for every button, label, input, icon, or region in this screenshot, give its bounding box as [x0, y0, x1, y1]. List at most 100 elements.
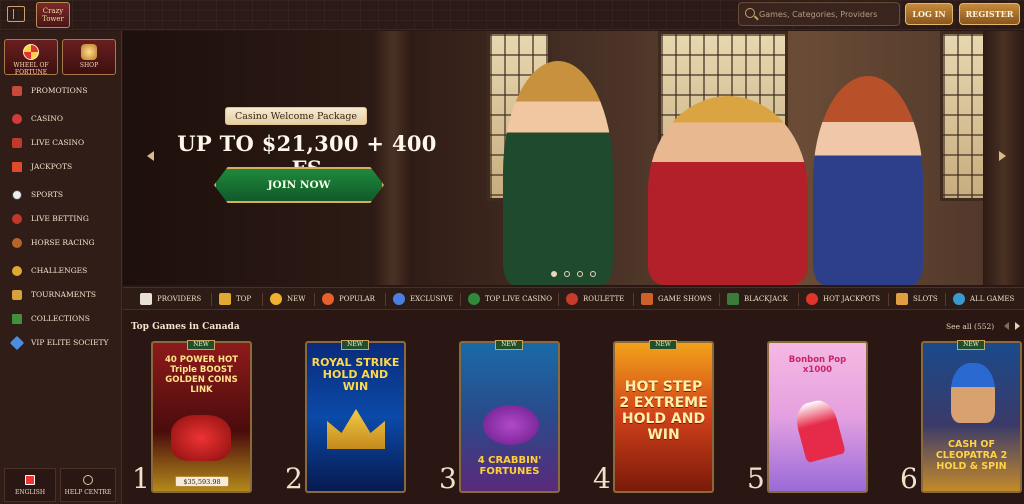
- category-divider: [719, 293, 720, 306]
- game-card[interactable]: 40 POWER HOT Triple BOOST GOLDEN COINS L…: [151, 341, 252, 493]
- shop-button[interactable]: SHOP: [62, 39, 116, 75]
- category-divider: [558, 293, 559, 306]
- blackjack-icon: [727, 293, 739, 305]
- game-title: 40 POWER HOT Triple BOOST GOLDEN COINS L…: [164, 355, 239, 395]
- crab-icon: [483, 405, 539, 445]
- category-new[interactable]: NEW: [270, 288, 305, 310]
- games-prev-icon[interactable]: [1004, 322, 1009, 330]
- sidebar-item-horse-racing[interactable]: HORSE RACING: [0, 231, 122, 255]
- banner-dot[interactable]: [551, 271, 557, 277]
- wheel-of-fortune-button[interactable]: WHEEL OF FORTUNE: [4, 39, 58, 76]
- sidebar-item-challenges[interactable]: CHALLENGES: [0, 259, 122, 283]
- sidebar-item-live-casino[interactable]: LIVE CASINO: [0, 131, 122, 155]
- game-rank: 2: [285, 462, 303, 495]
- cherry-icon: [12, 114, 22, 124]
- category-divider: [798, 293, 799, 306]
- horse-icon: [12, 238, 22, 248]
- help-icon: [83, 475, 93, 485]
- sidebar-item-label: COLLECTIONS: [31, 314, 90, 323]
- banner-next-arrow-icon[interactable]: [999, 151, 1006, 161]
- category-top[interactable]: TOP: [219, 288, 251, 310]
- game-card[interactable]: 4 CRABBIN' FORTUNES: [459, 341, 560, 493]
- microphone-icon: [641, 293, 653, 305]
- queen-character: [503, 61, 613, 285]
- sidebar-item-jackpots[interactable]: JACKPOTS: [0, 155, 122, 179]
- sidebar-item-live-betting[interactable]: LIVE BETTING: [0, 207, 122, 231]
- search-box[interactable]: [738, 2, 900, 26]
- search-input[interactable]: [759, 6, 895, 22]
- crown-icon: [327, 409, 385, 449]
- register-button[interactable]: REGISTER: [959, 3, 1020, 25]
- diamond-icon: [9, 335, 25, 351]
- join-now-button[interactable]: JOIN NOW: [214, 167, 384, 203]
- sidebar-item-collections[interactable]: COLLECTIONS: [0, 307, 122, 331]
- language-selector[interactable]: ENGLISH: [4, 468, 56, 502]
- game-card[interactable]: CASH OF CLEOPATRA 2 HOLD & SPIN: [921, 341, 1022, 493]
- game-rank: 1: [132, 462, 150, 495]
- sidebar-item-label: LIVE CASINO: [31, 138, 85, 147]
- category-top-live-casino[interactable]: TOP LIVE CASINO: [468, 288, 552, 310]
- category-providers[interactable]: PROVIDERS: [140, 288, 201, 310]
- category-divider: [211, 293, 212, 306]
- game-rank: 4: [593, 462, 611, 495]
- flag-icon: [25, 475, 35, 485]
- cards-icon: [140, 293, 152, 305]
- live-casino-icon: [12, 138, 22, 148]
- sidebar-toggle-icon[interactable]: [7, 6, 25, 22]
- login-button[interactable]: LOG IN: [905, 3, 953, 25]
- category-all-games[interactable]: ALL GAMES: [953, 288, 1014, 310]
- trophy-icon: [12, 290, 22, 300]
- banner-prev-arrow-icon[interactable]: [147, 151, 154, 161]
- category-exclusive[interactable]: EXCLUSIVE: [393, 288, 453, 310]
- site-logo[interactable]: Crazy Tower: [36, 2, 70, 28]
- sidebar-nav: PROMOTIONS CASINO LIVE CASINO JACKPOTS S…: [0, 79, 122, 355]
- sidebar-item-label: HORSE RACING: [31, 238, 95, 247]
- slot-icon: [896, 293, 908, 305]
- game-card[interactable]: Bonbon Pop x1000: [767, 341, 868, 493]
- book-icon: [12, 314, 22, 324]
- category-slots[interactable]: SLOTS: [896, 288, 938, 310]
- soccer-ball-icon: [12, 190, 22, 200]
- category-roulette[interactable]: ROULETTE: [566, 288, 624, 310]
- sidebar-item-label: LIVE BETTING: [31, 214, 89, 223]
- game-title: CASH OF CLEOPATRA 2 HOLD & SPIN: [935, 439, 1008, 472]
- princess-character: [813, 76, 923, 285]
- banner-dot[interactable]: [590, 271, 596, 277]
- sidebar-item-vip-elite-society[interactable]: VIP ELITE SOCIETY: [0, 331, 122, 355]
- shop-icon: [81, 44, 97, 60]
- see-all-link[interactable]: See all (552): [946, 322, 994, 331]
- help-centre-label: HELP CENTRE: [64, 489, 112, 496]
- games-next-icon[interactable]: [1015, 322, 1020, 330]
- gift-icon: [12, 86, 22, 96]
- sidebar-item-tournaments[interactable]: TOURNAMENTS: [0, 283, 122, 307]
- sidebar-item-label: VIP ELITE SOCIETY: [31, 338, 109, 347]
- category-hot-jackpots[interactable]: HOT JACKPOTS: [806, 288, 880, 310]
- crown-icon: [219, 293, 231, 305]
- banner-dot[interactable]: [577, 271, 583, 277]
- category-bar: PROVIDERS TOP NEW POPULAR EXCLUSIVE TOP …: [123, 287, 1024, 310]
- cleopatra-icon: [951, 363, 995, 423]
- category-blackjack[interactable]: BLACKJACK: [727, 288, 788, 310]
- shop-label: SHOP: [79, 62, 99, 69]
- game-card[interactable]: ROYAL STRIKE HOLD AND WIN: [305, 341, 406, 493]
- promo-tag: Casino Welcome Package: [225, 107, 367, 125]
- banner-dot[interactable]: [564, 271, 570, 277]
- category-game-shows[interactable]: GAME SHOWS: [641, 288, 712, 310]
- chip-icon: [468, 293, 480, 305]
- category-divider: [314, 293, 315, 306]
- category-popular[interactable]: POPULAR: [322, 288, 375, 310]
- help-centre-button[interactable]: HELP CENTRE: [60, 468, 116, 502]
- sidebar-item-label: SPORTS: [31, 190, 63, 199]
- category-divider: [945, 293, 946, 306]
- chili-icon: [806, 293, 818, 305]
- game-card[interactable]: HOT STEP 2 EXTREME HOLD AND WIN: [613, 341, 714, 493]
- new-badge: NEW: [341, 340, 369, 350]
- fire-icon: [322, 293, 334, 305]
- sidebar-item-casino[interactable]: CASINO: [0, 107, 122, 131]
- sidebar-item-promotions[interactable]: PROMOTIONS: [0, 79, 122, 103]
- hero-banner[interactable]: Casino Welcome Package UP TO $21,300 + 4…: [123, 31, 1024, 285]
- sidebar-item-sports[interactable]: SPORTS: [0, 183, 122, 207]
- wheel-of-fortune-label: WHEEL OF FORTUNE: [13, 62, 49, 76]
- sidebar-item-label: TOURNAMENTS: [31, 290, 96, 299]
- game-title: Bonbon Pop x1000: [788, 355, 847, 375]
